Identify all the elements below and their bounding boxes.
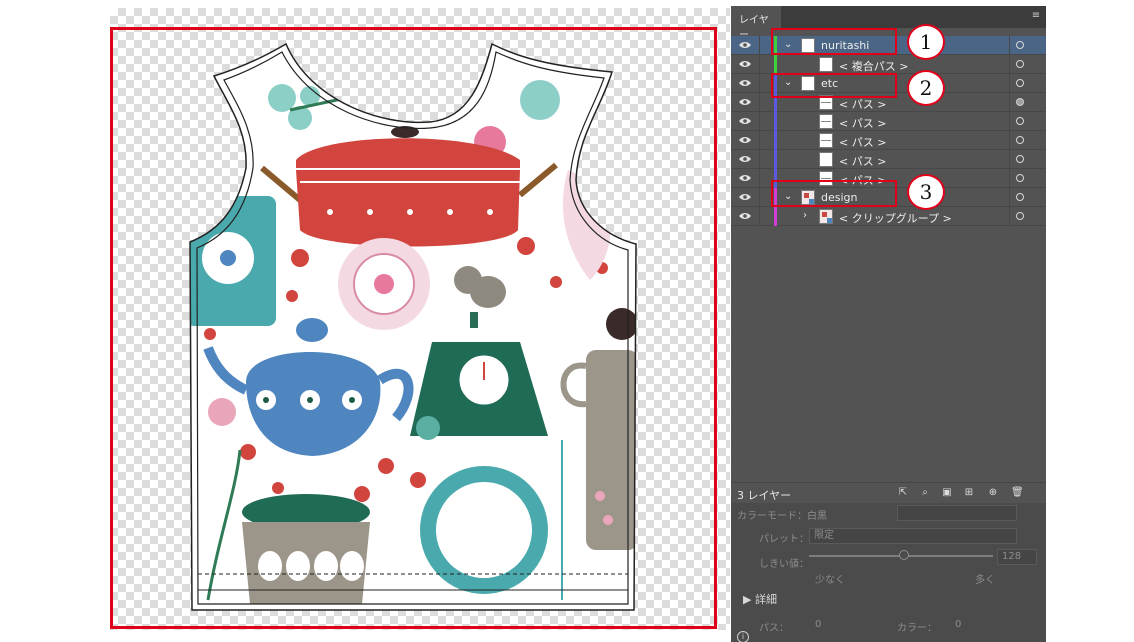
target-circle-icon[interactable] bbox=[1016, 193, 1024, 201]
target-circle-icon[interactable] bbox=[1016, 136, 1024, 144]
row-divider bbox=[1009, 36, 1010, 55]
target-circle-icon[interactable] bbox=[1016, 212, 1024, 220]
row-divider bbox=[1009, 74, 1010, 93]
row-divider bbox=[1009, 169, 1010, 188]
panel-tab-bar: レイヤー ≡ bbox=[731, 6, 1046, 41]
triangle-right-icon: ▶ bbox=[743, 593, 755, 606]
row-divider bbox=[1009, 188, 1010, 207]
target-circle-icon[interactable] bbox=[1016, 174, 1024, 182]
lock-column[interactable] bbox=[759, 188, 760, 207]
layer-row[interactable]: < パス > bbox=[731, 131, 1046, 150]
layer-row[interactable]: < パス > bbox=[731, 150, 1046, 169]
row-divider bbox=[1009, 112, 1010, 131]
callout-1: 1 bbox=[907, 24, 945, 60]
export-icon[interactable]: ⇱ bbox=[897, 487, 909, 499]
layer-count: 3 レイヤー bbox=[737, 489, 792, 502]
eye-icon[interactable] bbox=[739, 41, 751, 49]
trash-icon[interactable]: 🗑 bbox=[1011, 487, 1024, 499]
eye-icon[interactable] bbox=[739, 60, 751, 68]
layers-panel: レイヤー ≡ ⌄nuritashi< 複合パス >⌄etc< パス >< パス … bbox=[731, 6, 1046, 642]
locate-object-icon[interactable]: ⌕ bbox=[919, 487, 931, 499]
palette-label: パレット： bbox=[759, 534, 809, 545]
threshold-value[interactable]: 128 bbox=[997, 549, 1037, 565]
row-divider bbox=[1009, 207, 1010, 226]
layer-name[interactable]: < パス > bbox=[839, 96, 886, 112]
layer-thumbnail bbox=[819, 114, 833, 129]
color-mode-label: カラーモード：白黒 bbox=[737, 511, 827, 522]
eye-icon[interactable] bbox=[739, 79, 751, 87]
target-circle-icon[interactable] bbox=[1016, 155, 1024, 163]
row-divider bbox=[1009, 55, 1010, 74]
layer-thumbnail bbox=[819, 133, 833, 148]
chevron-right-icon[interactable]: › bbox=[803, 210, 813, 222]
lock-column[interactable] bbox=[759, 131, 760, 150]
row-divider bbox=[1009, 150, 1010, 169]
highlight-nuritashi bbox=[771, 28, 897, 55]
threshold-slider-knob[interactable] bbox=[899, 550, 909, 560]
color-mode-select[interactable] bbox=[897, 505, 1017, 521]
row-divider bbox=[1009, 131, 1010, 150]
threshold-label: しきい値： bbox=[759, 559, 809, 570]
palette-select[interactable]: 限定 bbox=[809, 528, 1017, 544]
info-icon[interactable]: i bbox=[737, 631, 749, 642]
layer-name[interactable]: < パス > bbox=[839, 134, 886, 150]
target-circle-icon[interactable] bbox=[1016, 98, 1024, 106]
target-circle-icon[interactable] bbox=[1016, 117, 1024, 125]
layer-row[interactable]: < 複合パス > bbox=[731, 55, 1046, 74]
colors-label: カラー： bbox=[897, 623, 937, 634]
highlight-etc bbox=[771, 73, 897, 98]
layer-thumbnail bbox=[819, 209, 833, 224]
eye-icon[interactable] bbox=[739, 98, 751, 106]
paths-label: パス： bbox=[759, 623, 789, 634]
eye-icon[interactable] bbox=[739, 174, 751, 182]
layer-name[interactable]: < パス > bbox=[839, 115, 886, 131]
row-divider bbox=[1009, 93, 1010, 112]
layer-thumbnail bbox=[819, 152, 833, 167]
more-label: 多く bbox=[975, 575, 995, 586]
less-label: 少なく bbox=[815, 575, 845, 586]
lock-column[interactable] bbox=[759, 74, 760, 93]
target-circle-icon[interactable] bbox=[1016, 60, 1024, 68]
lock-column[interactable] bbox=[759, 93, 760, 112]
new-layer-icon[interactable]: ⊕ bbox=[987, 487, 999, 499]
lock-column[interactable] bbox=[759, 55, 760, 74]
lock-column[interactable] bbox=[759, 169, 760, 188]
callout-3: 3 bbox=[907, 174, 945, 210]
lock-column[interactable] bbox=[759, 207, 760, 226]
clipping-mask-icon[interactable]: ▣ bbox=[941, 487, 953, 499]
eye-icon[interactable] bbox=[739, 193, 751, 201]
details-section[interactable]: ▶ 詳細 bbox=[743, 591, 777, 607]
layer-color-bar bbox=[774, 131, 777, 150]
layer-name[interactable]: < クリップグループ > bbox=[839, 210, 952, 226]
layer-name[interactable]: < 複合パス > bbox=[839, 58, 908, 74]
layer-color-bar bbox=[774, 112, 777, 131]
layer-row[interactable]: < パス > bbox=[731, 112, 1046, 131]
layers-footer: 3 レイヤー ⇱ ⌕ ▣ ⊞ ⊕ 🗑 bbox=[731, 482, 1046, 502]
eye-icon[interactable] bbox=[739, 212, 751, 220]
layer-thumbnail bbox=[819, 57, 833, 72]
layer-color-bar bbox=[774, 55, 777, 74]
lock-column[interactable] bbox=[759, 36, 760, 55]
layer-name[interactable]: < パス > bbox=[839, 153, 886, 169]
target-circle-icon[interactable] bbox=[1016, 41, 1024, 49]
eye-icon[interactable] bbox=[739, 136, 751, 144]
target-circle-icon[interactable] bbox=[1016, 79, 1024, 87]
hamburger-menu-icon[interactable]: ≡ bbox=[1030, 11, 1042, 21]
image-trace-panel: カラーモード：白黒 パレット： 限定 しきい値： 128 少なく 多く ▶ 詳細… bbox=[731, 503, 1046, 642]
layer-color-bar bbox=[774, 150, 777, 169]
eye-icon[interactable] bbox=[739, 117, 751, 125]
paths-value: 0 bbox=[815, 619, 822, 630]
colors-value: 0 bbox=[955, 619, 962, 630]
layer-row[interactable]: › < クリップグループ > bbox=[731, 207, 1046, 226]
layer-color-bar bbox=[774, 207, 777, 226]
callout-2: 2 bbox=[907, 70, 945, 106]
highlight-design bbox=[771, 180, 897, 207]
layers-tab[interactable]: レイヤー bbox=[731, 6, 781, 41]
new-sublayer-icon[interactable]: ⊞ bbox=[963, 487, 975, 499]
lock-column[interactable] bbox=[759, 150, 760, 169]
lock-column[interactable] bbox=[759, 112, 760, 131]
eye-icon[interactable] bbox=[739, 155, 751, 163]
